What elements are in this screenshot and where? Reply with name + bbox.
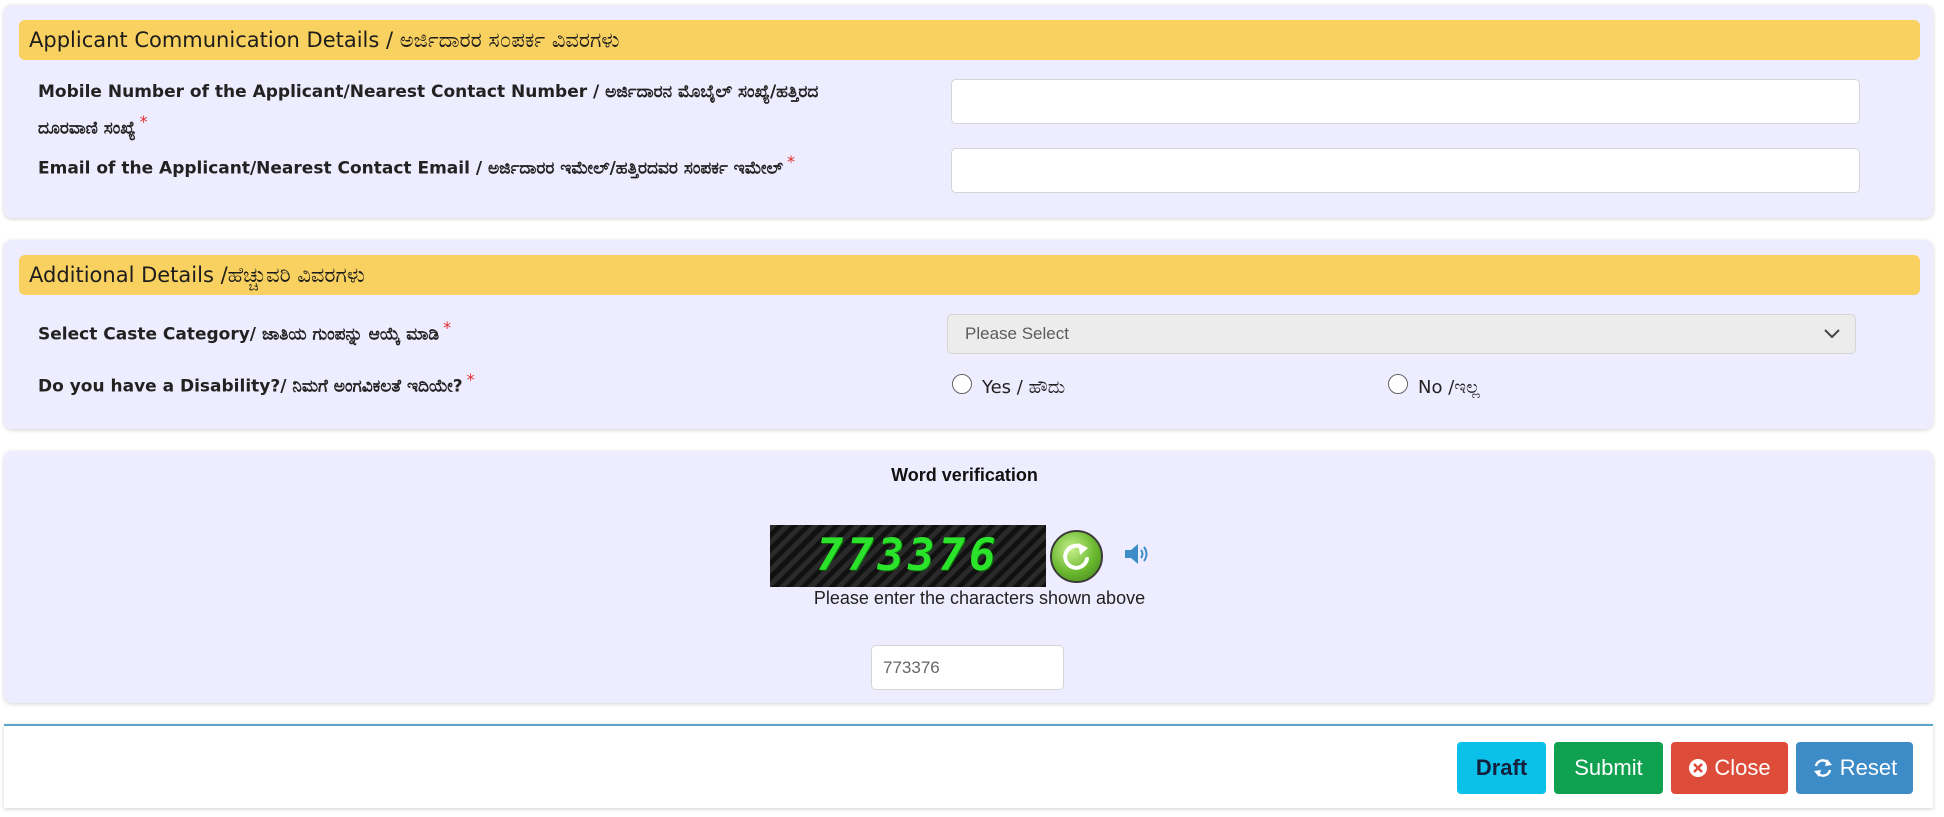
email-label-text: Email of the Applicant/Nearest Contact E… <box>38 158 783 179</box>
caste-label: Select Caste Category/ ಜಾತಿಯ ಗುಂಪನ್ನು ಆಯ… <box>38 313 938 350</box>
captcha-image-text: 773376 <box>816 530 1000 581</box>
caste-select[interactable]: Please Select <box>947 314 1856 354</box>
required-marker: * <box>787 152 795 171</box>
additional-header: Additional Details /ಹೆಚ್ಚುವರಿ ವಿವರಗಳು <box>19 255 1920 295</box>
speaker-icon[interactable] <box>1123 542 1151 566</box>
additional-header-title: Additional Details /ಹೆಚ್ಚುವರಿ ವಿವರಗಳು <box>29 263 365 287</box>
disability-label-text: Do you have a Disability?/ ನಿಮಗೆ ಅಂಗವಿಕಲ… <box>38 376 463 397</box>
close-circle-icon <box>1689 759 1708 777</box>
close-button[interactable]: Close <box>1671 742 1788 794</box>
chevron-down-icon <box>1824 329 1840 339</box>
radio-no-label: No /ಇಲ್ಲ <box>1418 376 1480 398</box>
email-label: Email of the Applicant/Nearest Contact E… <box>38 147 938 184</box>
radio-yes[interactable] <box>952 374 972 394</box>
mobile-label-line2: ದೂರವಾಣಿ ಸಂಖ್ಯೆ <box>38 118 136 139</box>
required-marker: * <box>139 112 148 131</box>
captcha-image: 773376 <box>770 525 1046 587</box>
disability-yes-option[interactable]: Yes / ಹೌದು <box>952 372 1065 402</box>
submit-button[interactable]: Submit <box>1554 742 1663 794</box>
caste-select-value: Please Select <box>965 324 1069 343</box>
draft-button-label: Draft <box>1475 755 1528 780</box>
draft-button[interactable]: Draft <box>1457 742 1546 794</box>
captcha-title: Word verification <box>891 465 1038 485</box>
refresh-icon <box>1063 543 1089 570</box>
required-marker: * <box>466 370 475 389</box>
mobile-label: Mobile Number of the Applicant/Nearest C… <box>38 78 938 144</box>
captcha-input-value: 773376 <box>883 658 940 677</box>
submit-button-label: Submit <box>1574 755 1643 780</box>
disability-label: Do you have a Disability?/ ನಿಮಗೆ ಅಂಗವಿಕಲ… <box>38 365 938 402</box>
caste-label-text: Select Caste Category/ ಜಾತಿಯ ಗುಂಪನ್ನು ಆಯ… <box>38 324 440 345</box>
close-button-label: Close <box>1714 755 1771 780</box>
mobile-label-line1: Mobile Number of the Applicant/Nearest C… <box>38 82 819 102</box>
refresh-arrows-icon <box>1813 759 1832 777</box>
radio-yes-label: Yes / ಹೌದು <box>982 376 1066 398</box>
captcha-hint: Please enter the characters shown above <box>813 588 1146 608</box>
required-marker: * <box>443 318 452 337</box>
email-input[interactable] <box>951 148 1860 193</box>
communication-panel: Applicant Communication Details / ಅರ್ಜಿದ… <box>4 5 1933 218</box>
captcha-input[interactable]: 773376 <box>871 645 1064 690</box>
reset-button[interactable]: Reset <box>1796 742 1913 794</box>
radio-no[interactable] <box>1388 374 1408 394</box>
disability-no-option[interactable]: No /ಇಲ್ಲ <box>1388 372 1480 402</box>
communication-header: Applicant Communication Details / ಅರ್ಜಿದ… <box>19 20 1920 60</box>
reset-button-label: Reset <box>1839 755 1898 780</box>
mobile-input[interactable] <box>951 79 1860 124</box>
captcha-refresh-button[interactable] <box>1050 530 1103 583</box>
communication-header-title: Applicant Communication Details / ಅರ್ಜಿದ… <box>29 28 620 52</box>
